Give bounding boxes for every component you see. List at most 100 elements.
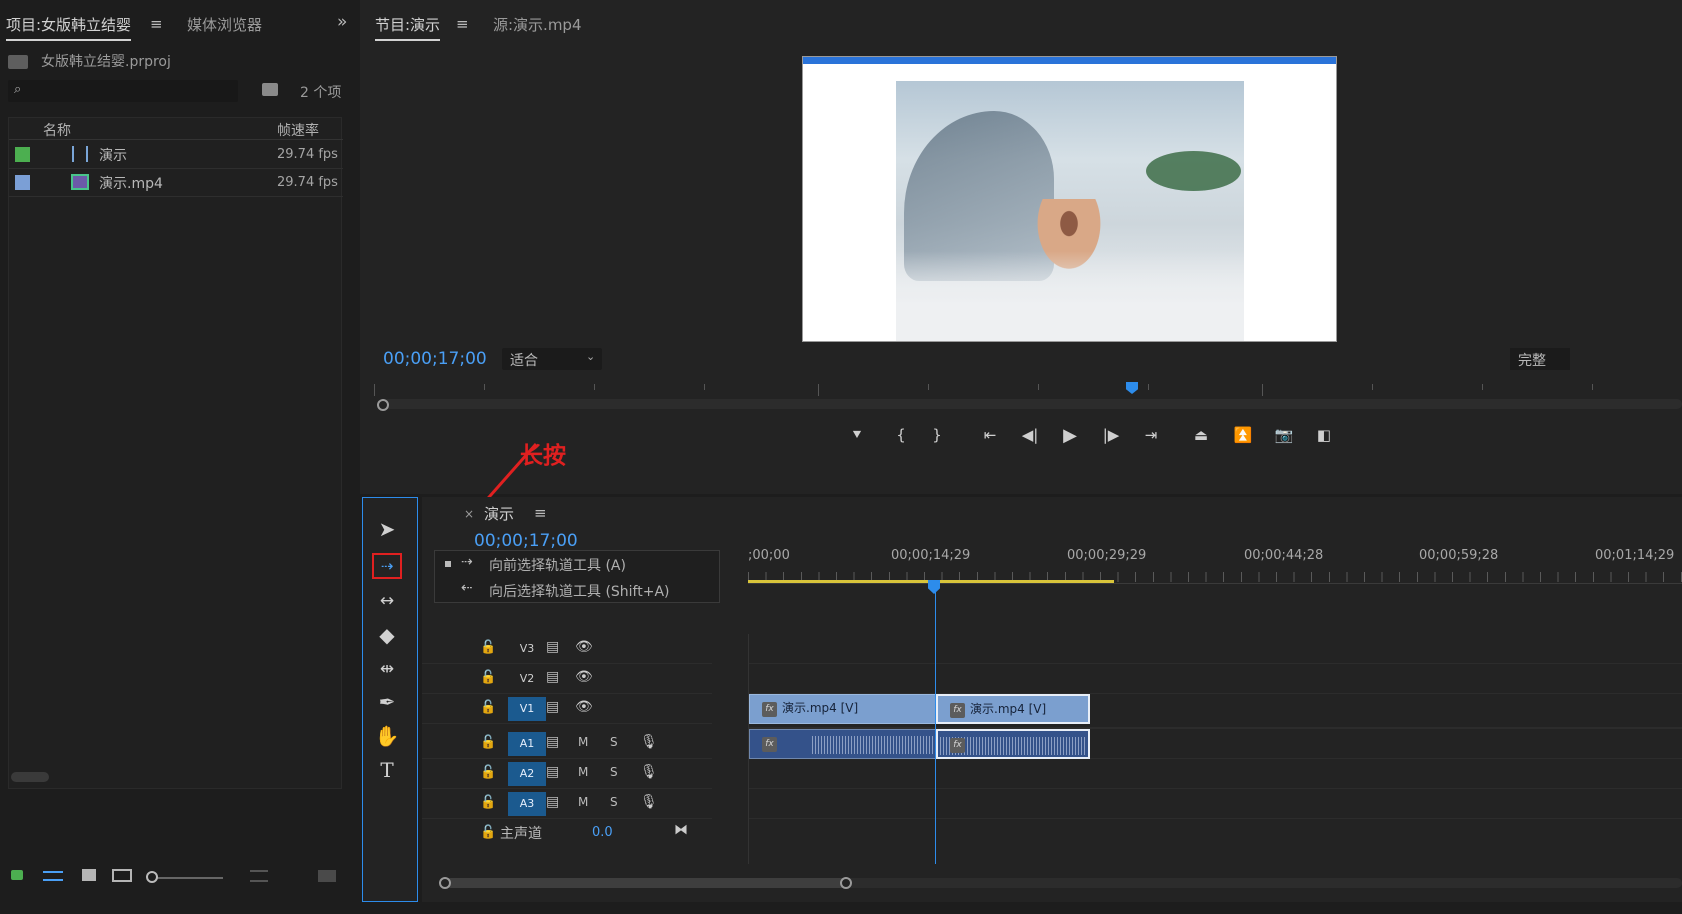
track-label[interactable]: A2 bbox=[508, 762, 546, 786]
sequence-tab[interactable]: 演示 bbox=[484, 503, 514, 524]
slip-tool-icon[interactable]: ⇹ bbox=[372, 656, 402, 682]
solo-button[interactable]: S bbox=[610, 735, 618, 749]
mute-button[interactable]: M bbox=[578, 735, 588, 749]
sync-lock-icon[interactable]: ▤ bbox=[546, 794, 559, 810]
lock-track-icon[interactable]: 🔓 bbox=[480, 765, 496, 780]
track-label[interactable]: V2 bbox=[508, 667, 546, 691]
lock-icon[interactable] bbox=[11, 870, 23, 880]
menu-item-track-select-forward[interactable]: ⇢ 向前选择轨道工具 (A) bbox=[435, 551, 719, 577]
razor-tool-icon[interactable]: ◆ bbox=[372, 622, 402, 648]
playhead-timecode[interactable]: 00;00;17;00 bbox=[383, 349, 487, 369]
time-ruler[interactable]: ;00;00 00;00;14;29 00;00;29;29 00;00;44;… bbox=[748, 542, 1682, 584]
timeline-scrollbar[interactable] bbox=[442, 878, 1682, 888]
sync-lock-icon[interactable]: ▤ bbox=[546, 734, 559, 750]
lift-icon[interactable]: ⏏ bbox=[1188, 423, 1214, 447]
new-bin-icon[interactable] bbox=[262, 83, 278, 96]
lock-track-icon[interactable]: 🔓 bbox=[480, 640, 496, 655]
go-to-in-icon[interactable]: ⇤ bbox=[977, 423, 1003, 447]
freeform-view-icon[interactable] bbox=[112, 869, 132, 882]
monitor-time-ruler[interactable] bbox=[374, 384, 1682, 398]
scroll-start-handle[interactable] bbox=[439, 877, 451, 889]
icon-view-icon[interactable] bbox=[82, 869, 96, 881]
track-label[interactable]: A1 bbox=[508, 732, 546, 756]
video-clip[interactable]: fx 演示.mp4 [V] bbox=[749, 694, 936, 724]
horizontal-scrollbar[interactable] bbox=[11, 772, 49, 782]
list-item[interactable]: 演示.mp4 29.74 fps bbox=[9, 169, 343, 197]
menu-item-track-select-backward[interactable]: ⇠ 向后选择轨道工具 (Shift+A) bbox=[435, 577, 719, 603]
step-back-icon[interactable]: ◀| bbox=[1017, 423, 1043, 447]
list-view-icon[interactable] bbox=[43, 871, 63, 881]
add-marker-icon[interactable]: ⯆ bbox=[844, 423, 870, 447]
track-area[interactable]: fx 演示.mp4 [V] fx 演示.mp4 [V] fx fx bbox=[748, 584, 1682, 864]
hand-tool-icon[interactable]: ✋ bbox=[372, 723, 402, 749]
mute-button[interactable]: M bbox=[578, 795, 588, 809]
ripple-edit-tool-icon[interactable]: ↔ bbox=[372, 588, 402, 614]
tab-program[interactable]: 节目:演示 bbox=[375, 14, 441, 41]
go-to-out-icon[interactable]: ⇥ bbox=[1138, 423, 1164, 447]
mute-button[interactable]: M bbox=[578, 765, 588, 779]
tab-source[interactable]: 源:演示.mp4 bbox=[493, 14, 582, 35]
video-clip[interactable]: fx 演示.mp4 [V] bbox=[936, 694, 1090, 724]
sync-lock-icon[interactable]: ▤ bbox=[546, 669, 559, 685]
timeline-scroll-thumb[interactable] bbox=[446, 878, 848, 888]
audio-clip[interactable]: fx bbox=[749, 729, 936, 759]
track-label[interactable]: A3 bbox=[508, 792, 546, 816]
column-framerate[interactable]: 帧速率 bbox=[277, 120, 319, 140]
monitor-scrollbar[interactable] bbox=[380, 399, 1682, 409]
zoom-select[interactable]: 适合 ⌄ bbox=[502, 348, 602, 370]
step-forward-icon[interactable]: |▶ bbox=[1098, 423, 1124, 447]
track-select-forward-tool-icon[interactable]: ⇢ bbox=[372, 553, 402, 579]
panel-menu-icon[interactable]: ≡ bbox=[150, 15, 163, 33]
sync-lock-icon[interactable]: ▤ bbox=[546, 699, 559, 715]
automate-sequence-icon[interactable] bbox=[318, 870, 336, 882]
track-label[interactable]: V1 bbox=[508, 697, 546, 721]
scroll-end-handle[interactable] bbox=[840, 877, 852, 889]
comparison-view-icon[interactable]: ◧ bbox=[1311, 423, 1337, 447]
zoom-slider-handle[interactable] bbox=[146, 871, 158, 883]
sort-icon[interactable] bbox=[250, 870, 268, 882]
microphone-icon[interactable]: 🎙 bbox=[640, 764, 658, 780]
microphone-icon[interactable]: 🎙 bbox=[640, 734, 658, 750]
lock-track-icon[interactable]: 🔓 bbox=[480, 825, 496, 840]
eye-icon[interactable]: 👁 bbox=[575, 669, 593, 685]
play-icon[interactable]: ▶ bbox=[1057, 423, 1083, 447]
search-input[interactable]: ⌕ bbox=[8, 80, 238, 102]
pen-tool-icon[interactable]: ✒ bbox=[372, 689, 402, 715]
resolution-select[interactable]: 完整 bbox=[1510, 348, 1570, 370]
solo-button[interactable]: S bbox=[610, 795, 618, 809]
export-frame-icon[interactable]: 📷 bbox=[1271, 423, 1297, 447]
tab-project[interactable]: 项目:女版韩立结婴 bbox=[6, 14, 132, 41]
master-volume-value[interactable]: 0.0 bbox=[592, 825, 613, 840]
sync-lock-icon[interactable]: ▤ bbox=[546, 764, 559, 780]
column-name[interactable]: 名称 bbox=[43, 120, 71, 140]
jump-to-edit-icon[interactable]: ⧓ bbox=[674, 822, 688, 838]
type-tool-icon[interactable]: T bbox=[372, 757, 402, 783]
audio-clip[interactable]: fx bbox=[936, 729, 1090, 759]
timeline-menu-icon[interactable]: ≡ bbox=[534, 504, 547, 522]
video-preview[interactable] bbox=[802, 56, 1337, 342]
lock-track-icon[interactable]: 🔓 bbox=[480, 700, 496, 715]
preview-window-titlebar bbox=[803, 57, 1336, 64]
mark-out-icon[interactable]: } bbox=[924, 423, 950, 447]
zoom-slider[interactable] bbox=[151, 877, 223, 879]
eye-icon[interactable]: 👁 bbox=[575, 699, 593, 715]
monitor-scroll-handle[interactable] bbox=[377, 399, 389, 411]
lock-track-icon[interactable]: 🔓 bbox=[480, 735, 496, 750]
lock-track-icon[interactable]: 🔓 bbox=[480, 670, 496, 685]
sync-lock-icon[interactable]: ▤ bbox=[546, 639, 559, 655]
selection-tool-icon[interactable]: ➤ bbox=[372, 516, 402, 542]
eye-icon[interactable]: 👁 bbox=[575, 639, 593, 655]
solo-button[interactable]: S bbox=[610, 765, 618, 779]
list-item[interactable]: 演示 29.74 fps bbox=[9, 141, 343, 169]
track-label[interactable]: V3 bbox=[508, 637, 546, 661]
mark-in-icon[interactable]: { bbox=[888, 423, 914, 447]
lock-track-icon[interactable]: 🔓 bbox=[480, 795, 496, 810]
close-sequence-icon[interactable]: × bbox=[464, 507, 474, 521]
timeline-timecode[interactable]: 00;00;17;00 bbox=[474, 531, 578, 551]
timeline-playhead[interactable] bbox=[928, 580, 940, 594]
expand-panels-icon[interactable]: » bbox=[337, 12, 347, 32]
tab-media-browser[interactable]: 媒体浏览器 bbox=[187, 14, 262, 35]
microphone-icon[interactable]: 🎙 bbox=[640, 794, 658, 810]
program-menu-icon[interactable]: ≡ bbox=[456, 15, 469, 33]
extract-icon[interactable]: ⏫ bbox=[1230, 423, 1256, 447]
